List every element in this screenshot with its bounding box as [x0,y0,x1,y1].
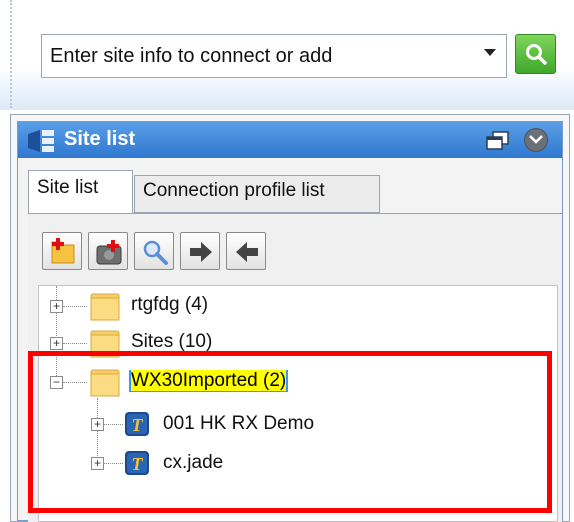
search-icon [526,44,547,65]
find-button[interactable] [134,232,174,270]
highlight-annotation [28,351,552,513]
tab-connection-profile-label: Connection profile list [143,180,325,201]
chevron-down-icon[interactable] [484,49,496,56]
panel-title: Site list [64,128,136,150]
tree-connector [63,306,87,307]
arrow-right-icon [190,242,212,262]
top-search-bar: Enter site info to connect or add [0,0,574,110]
folder-icon[interactable] [89,290,121,322]
site-combo-text: Enter site info to connect or add [50,45,333,67]
move-left-button[interactable] [226,232,266,270]
panel-titlebar: Site list [18,122,562,158]
site-combo-box[interactable]: Enter site info to connect or add [41,34,507,78]
new-folder-icon [51,238,75,264]
tree-node-label[interactable]: rtgfdg (4) [131,294,208,316]
tree-connector [63,343,87,344]
arrow-left-icon [236,242,258,262]
move-right-button[interactable] [180,232,220,270]
panel-menu-button[interactable] [524,128,548,152]
tab-site-list[interactable]: Site list [28,170,133,214]
tab-connection-profile-list[interactable]: Connection profile list [134,175,380,213]
site-list-icon [28,130,54,152]
add-site-icon [96,240,122,265]
expand-icon[interactable]: + [50,300,63,313]
search-button[interactable] [515,34,556,74]
chevron-down-icon [529,135,543,144]
tree-node-label[interactable]: Sites (10) [131,331,212,353]
restore-window-icon[interactable] [486,131,510,151]
add-site-button[interactable] [88,232,128,270]
new-folder-button[interactable] [42,232,82,270]
expand-icon[interactable]: + [50,337,63,350]
search-icon [143,240,168,265]
tab-site-list-label: Site list [37,177,99,198]
splitter-handle[interactable] [10,0,12,108]
